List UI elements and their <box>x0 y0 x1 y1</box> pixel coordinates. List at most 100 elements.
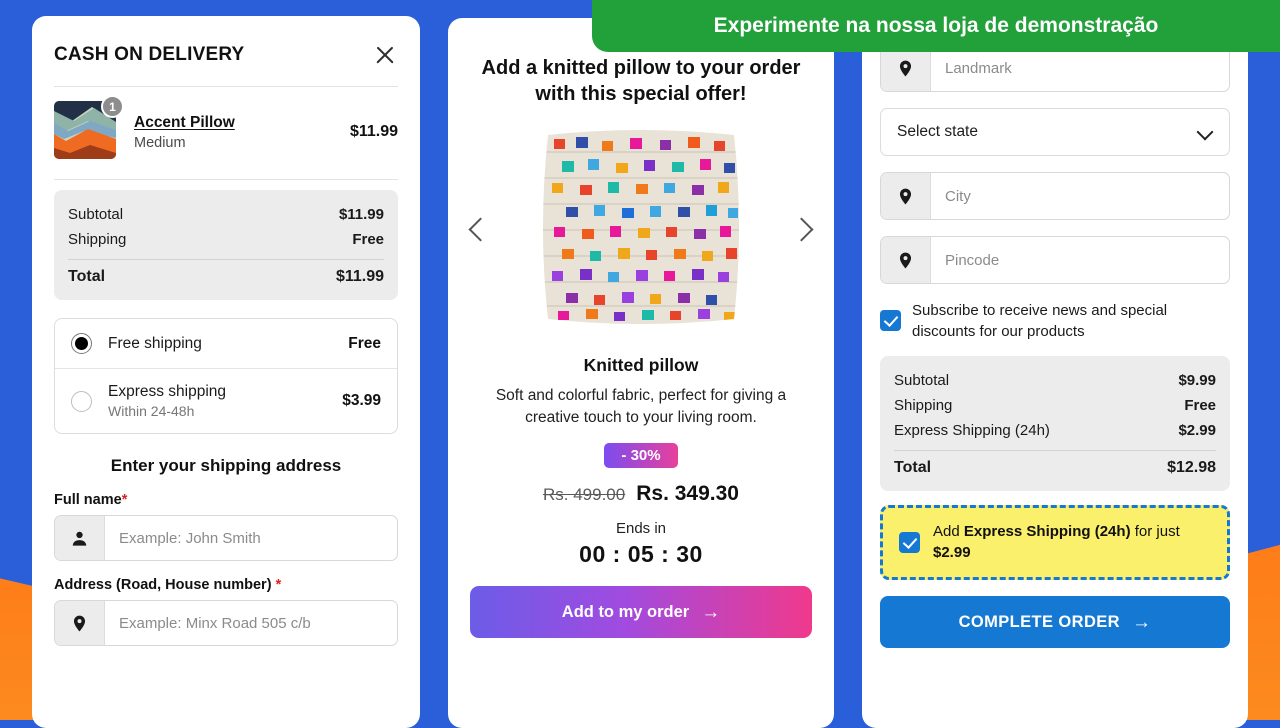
right-order-summary: Subtotal $9.99 Shipping Free Express Shi… <box>880 356 1230 491</box>
summary-label: Shipping <box>68 231 127 248</box>
demo-store-banner-text: Experimente na nossa loja de demonstraçã… <box>713 14 1159 37</box>
shipping-option-name: Free shipping <box>108 334 202 352</box>
full-name-input-wrap[interactable] <box>54 515 398 561</box>
location-pin-icon <box>55 601 105 645</box>
required-marker: * <box>121 492 128 508</box>
label-text: Full name <box>54 492 122 508</box>
label-text: Address (Road, House number) <box>54 577 272 593</box>
express-shipping-upsell[interactable]: Add Express Shipping (24h) for just $2.9… <box>880 505 1230 581</box>
address-input-wrap[interactable] <box>54 600 398 646</box>
line-item-price: $11.99 <box>349 123 398 140</box>
summary-row-subtotal: Subtotal $11.99 <box>68 202 384 227</box>
summary-value: $11.99 <box>338 206 384 223</box>
summary-value: $2.99 <box>1178 422 1216 439</box>
required-marker: * <box>275 577 282 593</box>
divider <box>68 259 384 260</box>
close-icon[interactable] <box>372 42 398 68</box>
total-value: $12.98 <box>1167 459 1216 476</box>
summary-row-total: Total $11.99 <box>68 264 384 290</box>
summary-label: Express Shipping (24h) <box>894 422 1050 439</box>
upsell-middle: for just <box>1130 523 1180 540</box>
summary-label: Subtotal <box>68 206 124 223</box>
shipping-option-express[interactable]: Express shipping Within 24-48h $3.99 <box>55 368 397 433</box>
summary-row-express: Express Shipping (24h) $2.99 <box>894 418 1216 443</box>
subscribe-checkbox[interactable] <box>880 310 901 331</box>
location-pin-icon <box>881 173 931 219</box>
address-input[interactable] <box>105 601 397 645</box>
summary-row-total: Total $12.98 <box>894 455 1216 481</box>
state-select[interactable]: Select state <box>880 108 1230 156</box>
shipping-option-sub: Within 24-48h <box>108 403 195 419</box>
discount-badge: - 30% <box>604 443 678 469</box>
upsell-prefix: Add <box>933 523 964 540</box>
summary-row-shipping: Shipping Free <box>68 227 384 252</box>
chevron-down-icon <box>1196 123 1214 141</box>
total-label: Total <box>894 459 932 476</box>
arrow-right-icon: → <box>1132 611 1152 633</box>
shipping-option-text: Free shipping <box>108 335 332 353</box>
total-label: Total <box>68 268 106 285</box>
product-thumbnail-wrap: 1 <box>54 95 124 163</box>
divider <box>54 179 398 180</box>
summary-label: Subtotal <box>894 372 950 389</box>
subscribe-label: Subscribe to receive news and special di… <box>912 302 1168 340</box>
cash-on-delivery-panel: CASH ON DELIVERY 1 Accent Pillow Medium … <box>32 16 420 728</box>
checkout-address-panel: Select state Subscribe to receive news a… <box>862 16 1248 728</box>
offer-product-name: Knitted pillow <box>583 355 699 376</box>
shipping-option-name: Express shipping <box>108 383 227 400</box>
divider <box>894 450 1216 451</box>
line-item-details: Accent Pillow Medium <box>134 114 336 151</box>
shipping-options: Free shipping Free Express shipping With… <box>54 318 398 434</box>
summary-value: Free <box>352 231 384 248</box>
cart-line-item: 1 Accent Pillow Medium $11.99 <box>54 87 398 179</box>
state-select-value: Select state <box>897 123 978 140</box>
offer-price-row: Rs. 499.00 Rs. 349.30 <box>470 482 812 506</box>
shipping-option-price: $3.99 <box>342 392 381 409</box>
complete-order-button[interactable]: COMPLETE ORDER → <box>880 596 1230 649</box>
countdown-label: Ends in <box>615 520 667 538</box>
product-name-link[interactable]: Accent Pillow <box>134 114 336 132</box>
radio-express-shipping[interactable] <box>71 390 92 412</box>
city-input-wrap[interactable] <box>880 172 1230 220</box>
panel-header: CASH ON DELIVERY <box>54 16 398 86</box>
demo-store-banner[interactable]: Experimente na nossa loja de demonstraçã… <box>592 0 1280 52</box>
pincode-input-wrap[interactable] <box>880 236 1230 284</box>
chevron-right-icon[interactable] <box>790 217 816 243</box>
shipping-address-heading: Enter your shipping address <box>110 456 342 475</box>
shipping-option-text: Express shipping Within 24-48h <box>108 383 326 419</box>
radio-free-shipping[interactable] <box>71 333 92 354</box>
express-shipping-checkbox[interactable] <box>899 532 920 554</box>
upsell-service-name: Express Shipping (24h) <box>963 523 1131 540</box>
summary-row-shipping: Shipping Free <box>894 393 1216 418</box>
subscribe-row[interactable]: Subscribe to receive news and special di… <box>880 300 1230 342</box>
product-carousel <box>470 121 812 339</box>
location-pin-icon <box>881 237 931 283</box>
summary-value: $9.99 <box>1178 372 1216 389</box>
upsell-offer-panel: Add a knitted pillow to your order with … <box>448 18 834 728</box>
upsell-price: $2.99 <box>933 543 971 561</box>
shipping-option-free[interactable]: Free shipping Free <box>55 319 397 368</box>
summary-row-subtotal: Subtotal $9.99 <box>894 368 1216 393</box>
complete-order-label: COMPLETE ORDER <box>958 612 1121 631</box>
shipping-option-price: Free <box>348 334 381 352</box>
full-name-label: Full name* <box>54 492 398 508</box>
quantity-badge: 1 <box>101 95 124 118</box>
countdown-timer: 00 : 05 : 30 <box>579 541 703 568</box>
express-shipping-upsell-text: Add Express Shipping (24h) for just $2.9… <box>933 522 1211 563</box>
address-label: Address (Road, House number) * <box>54 577 398 593</box>
offer-product-description: Soft and colorful fabric, perfect for gi… <box>495 387 787 427</box>
total-value: $11.99 <box>335 268 384 285</box>
knitted-pillow-image <box>532 121 750 334</box>
city-input[interactable] <box>931 173 1229 219</box>
product-variant: Medium <box>134 134 186 151</box>
original-price: Rs. 499.00 <box>543 485 626 505</box>
chevron-left-icon[interactable] <box>466 217 492 243</box>
arrow-right-icon: → <box>701 601 721 623</box>
full-name-input[interactable] <box>105 516 397 560</box>
order-summary: Subtotal $11.99 Shipping Free Total $11.… <box>54 190 398 300</box>
add-to-order-label: Add to my order <box>561 602 690 621</box>
summary-value: Free <box>1184 397 1216 414</box>
page-title: CASH ON DELIVERY <box>54 44 245 65</box>
add-to-order-button[interactable]: Add to my order → <box>470 586 812 639</box>
pincode-input[interactable] <box>931 237 1229 283</box>
